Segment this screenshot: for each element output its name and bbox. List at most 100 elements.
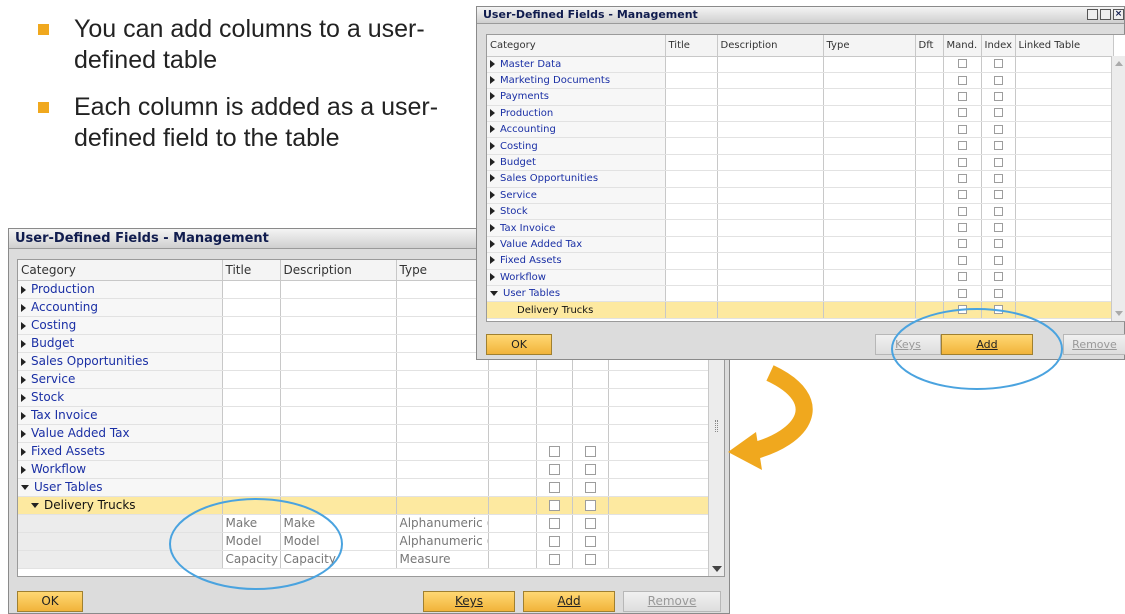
mandatory-checkbox[interactable] bbox=[957, 223, 967, 233]
category-cell[interactable]: Sales Opportunities bbox=[487, 170, 666, 188]
table-row[interactable]: Workflow bbox=[487, 269, 1114, 286]
maximize-icon[interactable] bbox=[1100, 9, 1111, 20]
col-header-mand[interactable]: Mand. bbox=[943, 35, 982, 57]
category-cell[interactable]: Budget bbox=[487, 154, 666, 172]
scroll-down-icon[interactable] bbox=[712, 566, 722, 572]
table-row[interactable]: Marketing Documents bbox=[487, 72, 1114, 90]
index-checkbox[interactable] bbox=[993, 272, 1003, 282]
expand-right-icon[interactable] bbox=[21, 429, 26, 438]
category-cell[interactable]: Value Added Tax bbox=[18, 424, 223, 443]
checkbox[interactable] bbox=[548, 464, 560, 475]
table-row[interactable]: ModelModelAlphanumeric (10 bbox=[18, 532, 709, 551]
mandatory-checkbox[interactable] bbox=[957, 59, 967, 69]
col-header-type[interactable]: Type bbox=[396, 260, 489, 281]
expand-right-icon[interactable] bbox=[490, 108, 495, 117]
remove-button[interactable]: Remove bbox=[623, 591, 721, 612]
checkbox[interactable] bbox=[548, 554, 560, 565]
keys-button[interactable]: Keys bbox=[423, 591, 515, 612]
checkbox[interactable] bbox=[584, 464, 596, 475]
expand-right-icon[interactable] bbox=[490, 158, 495, 167]
mandatory-checkbox[interactable] bbox=[957, 124, 967, 134]
category-cell[interactable]: Delivery Trucks bbox=[18, 496, 223, 515]
col-header-type[interactable]: Type bbox=[823, 35, 916, 57]
col-header-category[interactable]: Category bbox=[18, 260, 223, 281]
keys-button[interactable]: Keys bbox=[875, 334, 941, 355]
index-checkbox[interactable] bbox=[993, 305, 1003, 315]
mandatory-checkbox[interactable] bbox=[957, 91, 967, 101]
expand-right-icon[interactable] bbox=[21, 357, 26, 366]
expand-right-icon[interactable] bbox=[490, 141, 495, 150]
mandatory-checkbox[interactable] bbox=[957, 288, 967, 298]
category-cell[interactable]: Costing bbox=[487, 137, 666, 155]
table-row[interactable]: Service bbox=[487, 187, 1114, 205]
expand-right-icon[interactable] bbox=[490, 125, 495, 134]
table-row[interactable]: Stock bbox=[18, 388, 709, 407]
category-cell[interactable]: Value Added Tax bbox=[487, 236, 666, 254]
checkbox[interactable] bbox=[584, 518, 596, 529]
table-row[interactable]: Master Data bbox=[487, 56, 1114, 73]
category-cell[interactable]: Tax Invoice bbox=[18, 406, 223, 425]
category-cell[interactable]: Production bbox=[487, 105, 666, 123]
mandatory-checkbox[interactable] bbox=[957, 239, 967, 249]
scroll-up-icon[interactable] bbox=[1115, 61, 1123, 66]
index-checkbox[interactable] bbox=[993, 190, 1003, 200]
category-cell[interactable]: Tax Invoice bbox=[487, 219, 666, 237]
mandatory-checkbox[interactable] bbox=[957, 272, 967, 282]
category-cell[interactable] bbox=[18, 514, 223, 533]
table-row[interactable]: Tax Invoice bbox=[487, 219, 1114, 237]
mandatory-checkbox[interactable] bbox=[957, 305, 967, 315]
table-row[interactable]: Production bbox=[487, 105, 1114, 123]
expand-right-icon[interactable] bbox=[490, 207, 495, 216]
mandatory-checkbox[interactable] bbox=[957, 173, 967, 183]
minimize-icon[interactable] bbox=[1087, 9, 1098, 20]
category-cell[interactable]: Stock bbox=[18, 388, 223, 407]
category-cell[interactable]: User Tables bbox=[487, 285, 666, 303]
table-row[interactable]: Payments bbox=[487, 88, 1114, 106]
checkbox[interactable] bbox=[584, 482, 596, 493]
mandatory-checkbox[interactable] bbox=[957, 190, 967, 200]
close-icon[interactable]: × bbox=[1113, 9, 1124, 20]
index-checkbox[interactable] bbox=[993, 124, 1003, 134]
mandatory-checkbox[interactable] bbox=[957, 75, 967, 85]
add-button[interactable]: Add bbox=[941, 334, 1033, 355]
table-row[interactable]: Fixed Assets bbox=[487, 252, 1114, 270]
expand-right-icon[interactable] bbox=[490, 223, 495, 232]
index-checkbox[interactable] bbox=[993, 206, 1003, 216]
add-button[interactable]: Add bbox=[523, 591, 615, 612]
index-checkbox[interactable] bbox=[993, 108, 1003, 118]
scroll-grip-icon[interactable] bbox=[715, 420, 718, 432]
category-cell[interactable]: Production bbox=[18, 280, 223, 299]
expand-right-icon[interactable] bbox=[490, 174, 495, 183]
table-row[interactable]: Stock bbox=[487, 203, 1114, 221]
category-cell[interactable]: Workflow bbox=[18, 460, 223, 479]
table-row[interactable]: User Tables bbox=[18, 478, 709, 497]
category-cell[interactable]: Accounting bbox=[487, 121, 666, 139]
category-cell[interactable]: Sales Opportunities bbox=[18, 352, 223, 371]
expand-right-icon[interactable] bbox=[21, 393, 26, 402]
index-checkbox[interactable] bbox=[993, 288, 1003, 298]
expand-right-icon[interactable] bbox=[21, 303, 26, 312]
index-checkbox[interactable] bbox=[993, 91, 1003, 101]
checkbox[interactable] bbox=[584, 536, 596, 547]
table-row[interactable]: Costing bbox=[487, 137, 1114, 155]
col-header-description[interactable]: Description bbox=[717, 35, 824, 57]
expand-right-icon[interactable] bbox=[21, 375, 26, 384]
col-header-dft[interactable]: Dft bbox=[915, 35, 944, 57]
expand-down-icon[interactable] bbox=[21, 485, 29, 490]
table-row[interactable]: Delivery Trucks bbox=[487, 301, 1114, 319]
checkbox[interactable] bbox=[584, 500, 596, 511]
expand-right-icon[interactable] bbox=[490, 256, 495, 265]
category-cell[interactable]: Payments bbox=[487, 88, 666, 106]
expand-right-icon[interactable] bbox=[490, 59, 495, 68]
table-row[interactable]: Capacity Capacity Measure bbox=[18, 550, 709, 569]
mandatory-checkbox[interactable] bbox=[957, 255, 967, 265]
checkbox[interactable] bbox=[548, 536, 560, 547]
table-row[interactable]: MakeMakeAlphanumeric (10 bbox=[18, 514, 709, 533]
index-checkbox[interactable] bbox=[993, 223, 1003, 233]
index-checkbox[interactable] bbox=[993, 239, 1003, 249]
expand-right-icon[interactable] bbox=[490, 190, 495, 199]
checkbox[interactable] bbox=[548, 482, 560, 493]
vertical-scrollbar[interactable] bbox=[1111, 56, 1125, 321]
table-row[interactable]: Service bbox=[18, 370, 709, 389]
expand-right-icon[interactable] bbox=[21, 321, 26, 330]
